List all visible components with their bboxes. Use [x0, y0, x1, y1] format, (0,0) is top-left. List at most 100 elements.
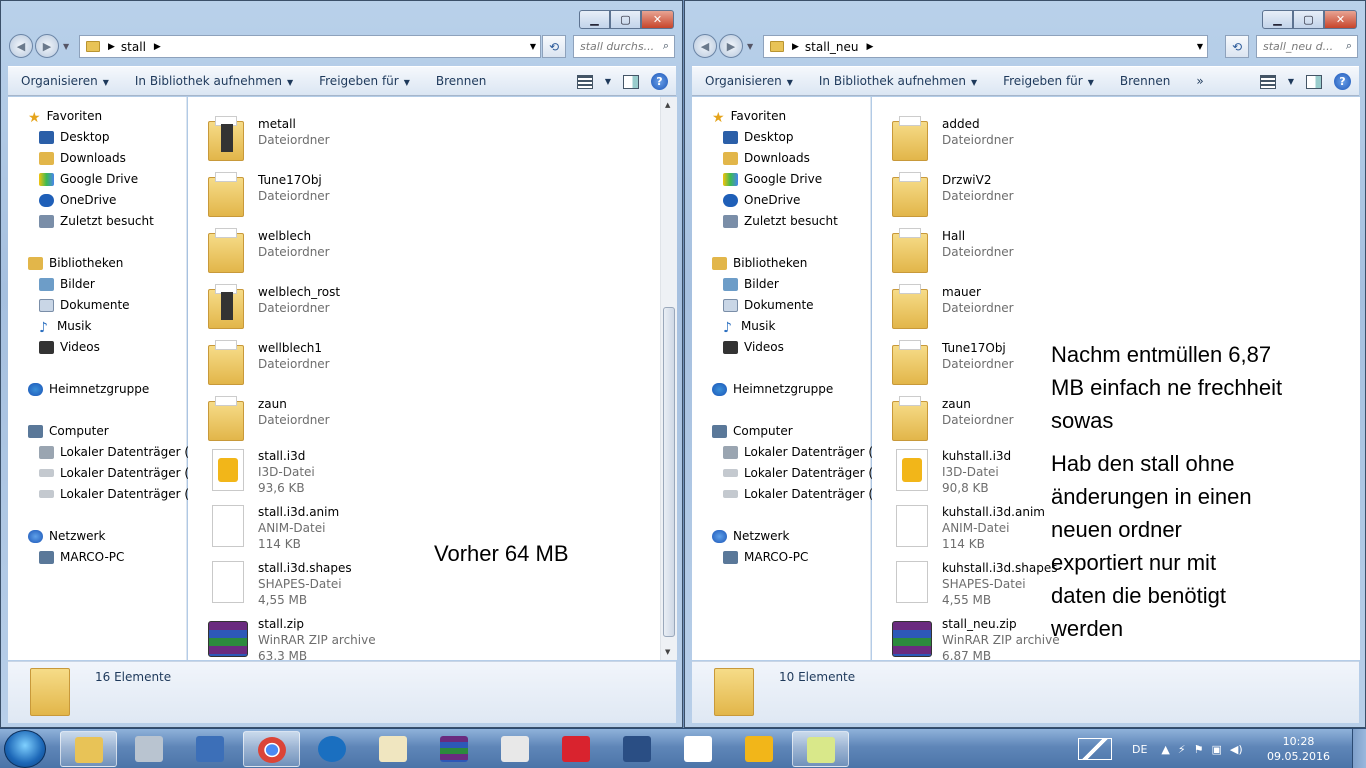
- nav-documents[interactable]: Dokumente: [723, 298, 814, 312]
- scrollbar-thumb[interactable]: [663, 307, 675, 637]
- address-bar[interactable]: ▶ stall_neu ▶ ▼: [763, 35, 1208, 58]
- file-item[interactable]: stall.i3d I3D-Datei 93,6 KB: [208, 445, 448, 501]
- nav-google-drive[interactable]: Google Drive: [723, 172, 822, 186]
- flag-icon[interactable]: ⚑: [1194, 743, 1204, 756]
- history-dropdown-icon[interactable]: ▼: [747, 42, 753, 51]
- forward-button[interactable]: ▶: [35, 34, 59, 58]
- forward-button[interactable]: ▶: [719, 34, 743, 58]
- nav-drive-j[interactable]: Lokaler Datenträger (J:): [723, 487, 885, 501]
- organize-menu[interactable]: Organisieren ▼: [8, 74, 122, 88]
- nav-drive-j[interactable]: Lokaler Datenträger (J:): [39, 487, 201, 501]
- chevron-right-icon[interactable]: ▶: [108, 42, 115, 52]
- taskbar-button[interactable]: [548, 731, 605, 767]
- include-library-menu[interactable]: In Bibliothek aufnehmen ▼: [806, 74, 990, 88]
- volume-icon[interactable]: ◀): [1230, 743, 1243, 756]
- nav-videos[interactable]: Videos: [39, 340, 100, 354]
- taskbar-button[interactable]: [670, 731, 727, 767]
- file-item[interactable]: DrzwiV2 Dateiordner: [892, 169, 1132, 225]
- help-icon[interactable]: ?: [1334, 73, 1351, 90]
- file-item[interactable]: Tune17Obj Dateiordner: [208, 169, 448, 225]
- nav-pc[interactable]: MARCO-PC: [723, 550, 808, 564]
- nav-pictures[interactable]: Bilder: [39, 277, 95, 291]
- scroll-down-icon[interactable]: ▼: [665, 648, 670, 656]
- vertical-scrollbar[interactable]: ▲ ▼: [660, 97, 677, 660]
- change-view-icon[interactable]: [1259, 74, 1276, 89]
- mail-icon[interactable]: [1078, 738, 1112, 760]
- file-item[interactable]: welblech_rost Dateiordner: [208, 281, 448, 337]
- show-hidden-icons-icon[interactable]: ▲: [1161, 743, 1169, 756]
- taskbar-button[interactable]: [792, 731, 849, 767]
- close-button[interactable]: ✕: [641, 10, 674, 29]
- chevron-right-icon[interactable]: ▶: [867, 42, 874, 52]
- chevron-down-icon[interactable]: ▼: [1197, 42, 1203, 51]
- breadcrumb[interactable]: stall: [121, 40, 146, 54]
- refresh-button[interactable]: ⟲: [542, 35, 566, 58]
- close-button[interactable]: ✕: [1324, 10, 1357, 29]
- file-item[interactable]: added Dateiordner: [892, 113, 1132, 169]
- nav-music[interactable]: ♪ Musik: [39, 319, 91, 336]
- nav-music[interactable]: ♪ Musik: [723, 319, 775, 336]
- nav-homegroup[interactable]: Heimnetzgruppe: [28, 382, 149, 396]
- search-input[interactable]: stall durchs... ⌕: [573, 35, 675, 58]
- burn-button[interactable]: Brennen: [1107, 74, 1183, 88]
- nav-network[interactable]: Netzwerk: [28, 529, 105, 543]
- include-library-menu[interactable]: In Bibliothek aufnehmen ▼: [122, 74, 306, 88]
- refresh-button[interactable]: ⟲: [1225, 35, 1249, 58]
- minimize-button[interactable]: ▁: [1262, 10, 1293, 29]
- nav-pc[interactable]: MARCO-PC: [39, 550, 124, 564]
- taskbar-button[interactable]: [121, 731, 178, 767]
- burn-button[interactable]: Brennen: [423, 74, 499, 88]
- nav-drive-c[interactable]: Lokaler Datenträger (C:): [39, 445, 206, 459]
- nav-drive-d[interactable]: Lokaler Datenträger (D:): [39, 466, 207, 480]
- chevron-down-icon[interactable]: ▼: [605, 77, 611, 86]
- network-status-icon[interactable]: ▣: [1212, 743, 1222, 756]
- nav-drive-d[interactable]: Lokaler Datenträger (D:): [723, 466, 891, 480]
- chevron-down-icon[interactable]: ▼: [530, 42, 536, 51]
- taskbar-button[interactable]: [365, 731, 422, 767]
- history-dropdown-icon[interactable]: ▼: [63, 42, 69, 51]
- nav-computer[interactable]: Computer: [712, 424, 793, 438]
- maximize-button[interactable]: ▢: [610, 10, 641, 29]
- nav-recent[interactable]: Zuletzt besucht: [39, 214, 154, 228]
- nav-documents[interactable]: Dokumente: [39, 298, 130, 312]
- taskbar-button[interactable]: [243, 731, 300, 767]
- share-menu[interactable]: Freigeben für ▼: [306, 74, 423, 88]
- nav-libraries[interactable]: Bibliotheken: [28, 256, 123, 270]
- file-item[interactable]: zaun Dateiordner: [208, 393, 448, 449]
- nav-desktop[interactable]: Desktop: [39, 130, 110, 144]
- start-button[interactable]: [4, 730, 46, 768]
- clock[interactable]: 10:28 09.05.2016: [1267, 734, 1330, 764]
- nav-recent[interactable]: Zuletzt besucht: [723, 214, 838, 228]
- taskbar-button[interactable]: [304, 731, 361, 767]
- update-icon[interactable]: ⚡: [1178, 743, 1186, 756]
- file-item[interactable]: Hall Dateiordner: [892, 225, 1132, 281]
- taskbar-button[interactable]: [426, 731, 483, 767]
- file-item[interactable]: welblech Dateiordner: [208, 225, 448, 281]
- language-indicator[interactable]: DE: [1132, 743, 1147, 756]
- file-item[interactable]: wellblech1 Dateiordner: [208, 337, 448, 393]
- nav-network[interactable]: Netzwerk: [712, 529, 789, 543]
- change-view-icon[interactable]: [576, 74, 593, 89]
- file-item[interactable]: stall.zip WinRAR ZIP archive 63,3 MB: [208, 613, 448, 660]
- chevron-right-icon[interactable]: ▶: [154, 42, 161, 52]
- chevron-down-icon[interactable]: ▼: [1288, 77, 1294, 86]
- back-button[interactable]: ◀: [9, 34, 33, 58]
- organize-menu[interactable]: Organisieren ▼: [692, 74, 806, 88]
- file-item[interactable]: mauer Dateiordner: [892, 281, 1132, 337]
- scroll-up-icon[interactable]: ▲: [665, 101, 670, 109]
- breadcrumb[interactable]: stall_neu: [805, 40, 859, 54]
- share-menu[interactable]: Freigeben für ▼: [990, 74, 1107, 88]
- nav-onedrive[interactable]: OneDrive: [723, 193, 800, 207]
- address-bar[interactable]: ▶ stall ▶ ▼: [79, 35, 541, 58]
- taskbar-button[interactable]: [60, 731, 117, 767]
- search-input[interactable]: stall_neu d... ⌕: [1256, 35, 1358, 58]
- file-item[interactable]: metall Dateiordner: [208, 113, 448, 169]
- nav-libraries[interactable]: Bibliotheken: [712, 256, 807, 270]
- nav-videos[interactable]: Videos: [723, 340, 784, 354]
- taskbar-button[interactable]: [487, 731, 544, 767]
- nav-drive-c[interactable]: Lokaler Datenträger (C:): [723, 445, 890, 459]
- nav-downloads[interactable]: Downloads: [39, 151, 126, 165]
- back-button[interactable]: ◀: [693, 34, 717, 58]
- more-commands-button[interactable]: »: [1183, 74, 1216, 88]
- file-item[interactable]: stall.i3d.anim ANIM-Datei 114 KB: [208, 501, 448, 557]
